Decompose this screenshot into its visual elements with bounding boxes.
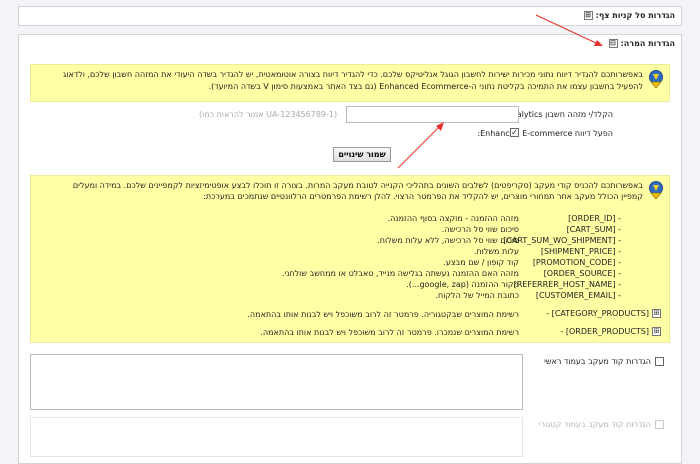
annotation-arrows [397, 14, 603, 169]
arrow-to-ga-input [397, 122, 444, 169]
arrow-to-conversion-header [535, 14, 603, 46]
